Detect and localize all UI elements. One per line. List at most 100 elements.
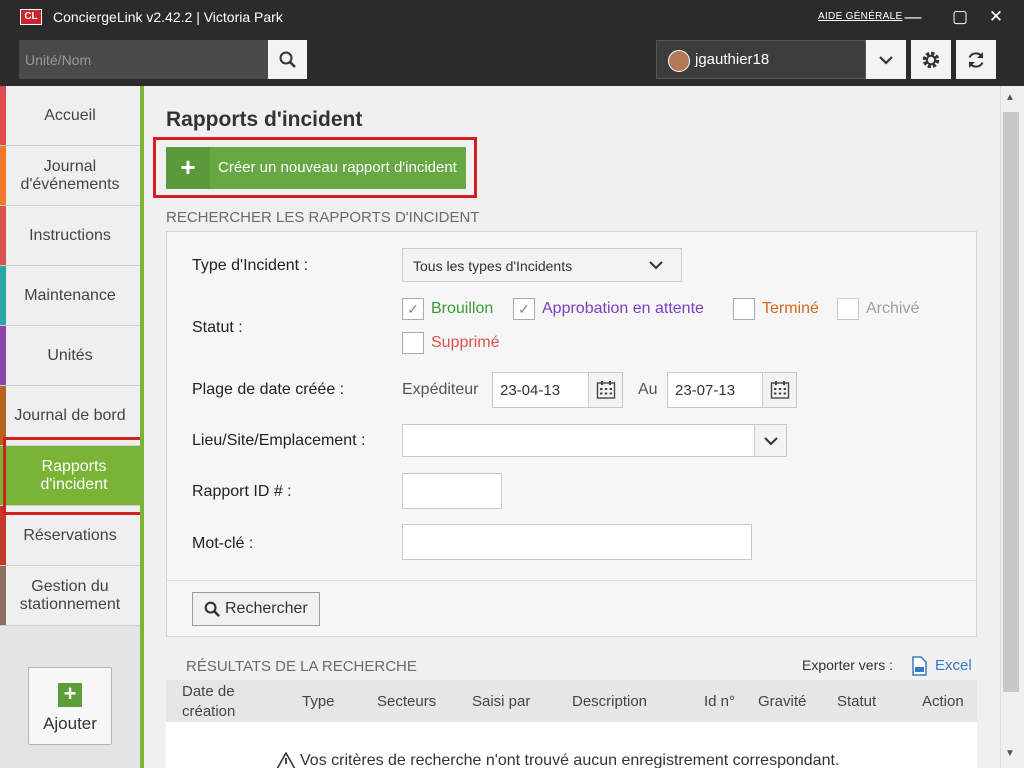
calendar-button[interactable] — [762, 373, 796, 407]
status-label-supprime: Supprimé — [431, 334, 500, 351]
scroll-down-icon[interactable]: ▼ — [1005, 748, 1015, 759]
location-dropdown-button[interactable] — [754, 425, 786, 456]
sidebar-item-accueil[interactable]: Accueil — [0, 86, 140, 146]
refresh-icon — [968, 51, 984, 68]
date-range-label: Plage de date créée : — [192, 381, 345, 398]
export-label: Exporter vers : — [802, 657, 894, 673]
search-button[interactable] — [268, 40, 307, 79]
sidebar-item-gestion-stationnement[interactable]: Gestion du stationnement — [0, 566, 140, 626]
status-checkbox-archive[interactable] — [837, 298, 859, 320]
column-header[interactable]: Id n° — [704, 692, 735, 712]
app-logo: CL — [20, 9, 42, 25]
username: jgauthier18 — [695, 51, 770, 68]
color-stripe — [0, 326, 6, 385]
scrollbar-thumb[interactable] — [1003, 112, 1019, 692]
results-section-title: RÉSULTATS DE LA RECHERCHE — [186, 658, 417, 675]
column-header[interactable]: Secteurs — [377, 692, 436, 712]
sidebar-item-unites[interactable]: Unités — [0, 326, 140, 386]
incident-type-select[interactable]: Tous les types d'Incidents — [402, 248, 682, 282]
sidebar-item-label: Journal de bord — [14, 406, 126, 424]
search-icon — [279, 51, 296, 68]
status-checkbox-approbation[interactable]: ✓ — [513, 298, 535, 320]
from-label: Expéditeur — [402, 381, 479, 398]
column-header[interactable]: Gravité — [758, 692, 806, 712]
column-header[interactable]: Type — [302, 692, 335, 712]
status-label-approbation: Approbation en attente — [542, 300, 704, 317]
status-checkbox-brouillon[interactable]: ✓ — [402, 298, 424, 320]
close-button[interactable]: ✕ — [986, 6, 1006, 28]
from-date-input[interactable]: 23-04-13 — [492, 372, 623, 408]
user-selector[interactable]: jgauthier18 — [656, 40, 866, 79]
column-header[interactable]: Date de création — [182, 682, 252, 722]
column-header[interactable]: Action — [922, 692, 964, 712]
user-dropdown-button[interactable] — [866, 40, 906, 79]
report-id-input[interactable] — [402, 473, 502, 509]
scroll-up-icon[interactable]: ▲ — [1005, 92, 1015, 103]
search-section-title: RECHERCHER LES RAPPORTS D'INCIDENT — [166, 209, 480, 226]
sidebar-item-maintenance[interactable]: Maintenance — [0, 266, 140, 326]
calendar-icon — [770, 381, 789, 399]
divider — [167, 580, 976, 581]
column-header[interactable]: Description — [572, 692, 647, 712]
status-label-termine: Terminé — [762, 300, 819, 317]
incident-type-label: Type d'Incident : — [192, 257, 309, 274]
status-checkbox-termine[interactable] — [733, 298, 755, 320]
highlight-box — [153, 137, 477, 198]
color-stripe — [0, 206, 6, 265]
keyword-label: Mot-clé : — [192, 535, 254, 552]
chevron-down-icon — [763, 436, 778, 445]
minimize-button[interactable]: — — [903, 6, 923, 28]
status-checkbox-supprime[interactable] — [402, 332, 424, 354]
sidebar-item-label: Unités — [47, 346, 93, 364]
add-button[interactable]: + Ajouter — [28, 667, 112, 745]
rechercher-button[interactable]: Rechercher — [192, 592, 320, 626]
calendar-button[interactable] — [588, 373, 622, 407]
sidebar-item-label: Journal d'événements — [20, 157, 120, 193]
avatar — [668, 50, 690, 72]
no-results-message: Vos critères de recherche n'ont trouvé a… — [300, 752, 840, 768]
sidebar-item-instructions[interactable]: Instructions — [0, 206, 140, 266]
status-label-brouillon: Brouillon — [431, 300, 494, 317]
to-label: Au — [638, 381, 658, 398]
column-header[interactable]: Statut — [837, 692, 876, 712]
help-link[interactable]: AIDE GÉNÉRALE — [818, 11, 902, 22]
color-stripe — [0, 566, 6, 625]
sidebar-item-label: Instructions — [29, 226, 111, 244]
results-table-header: Date de création Type Secteurs Saisi par… — [166, 680, 977, 722]
status-label: Statut : — [192, 319, 243, 336]
report-id-label: Rapport ID # : — [192, 483, 292, 500]
excel-file-icon[interactable] — [909, 656, 929, 676]
page-title: Rapports d'incident — [166, 108, 363, 131]
chevron-down-icon — [649, 261, 663, 270]
incident-type-value: Tous les types d'Incidents — [413, 258, 573, 274]
refresh-button[interactable] — [956, 40, 996, 79]
sidebar-item-journal-evenements[interactable]: Journal d'événements — [0, 146, 140, 206]
status-label-archive: Archivé — [866, 300, 920, 317]
window-title: ConciergeLink v2.42.2 | Victoria Park — [53, 9, 283, 25]
to-date-input[interactable]: 23-07-13 — [667, 372, 797, 408]
from-date-value: 23-04-13 — [500, 382, 561, 399]
sidebar-item-label: Maintenance — [24, 286, 116, 304]
to-date-value: 23-07-13 — [675, 382, 736, 399]
search-icon — [204, 601, 220, 617]
location-select[interactable] — [402, 424, 787, 457]
column-header[interactable]: Saisi par — [472, 692, 530, 712]
chevron-down-icon — [879, 55, 893, 65]
add-button-label: Ajouter — [43, 714, 97, 733]
excel-export-link[interactable]: Excel — [935, 657, 972, 674]
gear-icon — [922, 51, 940, 68]
calendar-icon — [596, 381, 615, 399]
sidebar: Accueil Journal d'événements Instruction… — [0, 86, 158, 768]
settings-button[interactable] — [911, 40, 951, 79]
color-stripe — [0, 266, 6, 325]
color-stripe — [0, 86, 6, 145]
maximize-button[interactable]: ▢ — [950, 6, 970, 28]
sidebar-item-label: Gestion du stationnement — [19, 577, 121, 613]
sidebar-item-reservations[interactable]: Réservations — [0, 506, 140, 566]
unit-search-input[interactable]: Unité/Nom — [19, 40, 268, 79]
rechercher-label: Rechercher — [225, 600, 308, 617]
location-label: Lieu/Site/Emplacement : — [192, 432, 366, 449]
sidebar-item-label: Réservations — [23, 526, 117, 544]
warning-icon — [276, 752, 296, 768]
keyword-input[interactable] — [402, 524, 752, 560]
